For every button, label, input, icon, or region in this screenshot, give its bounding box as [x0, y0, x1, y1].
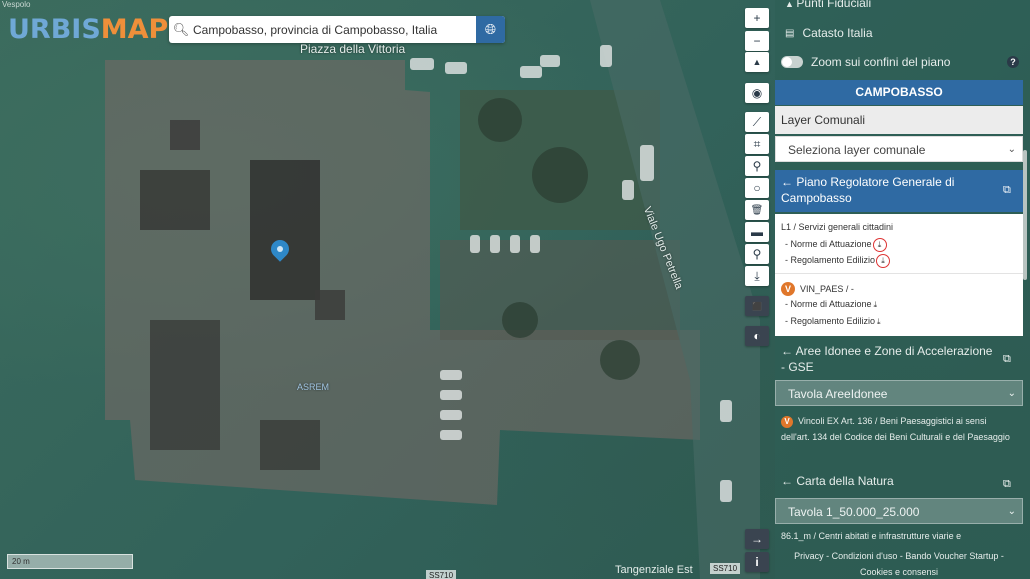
prg-header[interactable]: ← Piano Regolatore Generale di Campobass… [775, 170, 1023, 212]
scale-bar: 20 m [7, 554, 133, 569]
help-icon[interactable]: ? [1007, 56, 1019, 68]
circle-icon[interactable]: ○ [745, 178, 769, 198]
print-icon[interactable]: ▬ [745, 222, 769, 242]
chevron-down-icon: ⌄ [1007, 506, 1016, 517]
external-link-icon[interactable]: ⧉ [1003, 475, 1015, 490]
divider [775, 273, 1023, 274]
road-badge: SS710 [426, 570, 457, 579]
north-icon[interactable]: ▲ [745, 52, 769, 72]
logo-text-map: MAP [100, 14, 169, 45]
l1-regolamento-row[interactable]: - Regolamento Edilizio ⤓ [785, 254, 891, 268]
vincoli-text-row: V Vincoli EX Art. 136 / Beni Paesaggistic… [775, 413, 1023, 461]
footer-links: Privacy - Condizioni d'uso - Bando Vouch… [775, 548, 1023, 578]
vin-regolamento-link[interactable]: - Regolamento Edilizio [785, 316, 875, 326]
vincoli-text: Vincoli EX Art. 136 / Beni Paesaggistici… [781, 416, 1010, 442]
map-label-tangenziale: Tangenziale Est [615, 564, 693, 576]
vin-title: VIN_PAES / - [800, 284, 854, 294]
locate-icon[interactable]: ◉ [745, 83, 769, 103]
side-panel: ▲ Punti Fiduciali ▤ Catasto Italia Zoom … [775, 0, 1030, 579]
vincoli-badge: V [781, 416, 793, 428]
download-icon[interactable]: ⤓ [876, 254, 891, 268]
l1-norme-link[interactable]: - Norme di Attuazione [785, 239, 872, 249]
zoom-confini-toggle[interactable] [781, 56, 803, 68]
l1-title: L1 / Servizi generali cittadini [781, 222, 894, 232]
l1-regolamento-link[interactable]: - Regolamento Edilizio [785, 255, 875, 265]
map-label-piazza: Piazza della Vittoria [300, 42, 406, 56]
chevron-down-icon: ⌄ [1007, 388, 1016, 399]
panel-scrollbar[interactable] [1023, 150, 1027, 280]
logo-text-urbis: URBIS [8, 14, 101, 45]
tavola-aree-value: Tavola AreeIdonee [788, 387, 888, 401]
marker-icon[interactable]: ⚲ [745, 156, 769, 176]
pin-icon[interactable]: ⚲ [745, 244, 769, 264]
layer-select[interactable]: Seleziona layer comunale ⌄ [775, 136, 1023, 162]
prg-title: ← Piano Regolatore Generale di Campobass… [781, 175, 955, 205]
search-input[interactable]: Campobasso, provincia di Campobasso, Ita… [193, 23, 476, 37]
measure-icon[interactable]: ⟋ [745, 112, 769, 132]
vin-badge: V [781, 282, 795, 296]
globe-icon[interactable]: 🌐︎ [476, 16, 505, 43]
crop-icon[interactable]: ⌗ [745, 134, 769, 154]
external-link-icon[interactable]: ⧉ [1003, 182, 1015, 196]
vin-norme-row[interactable]: - Norme di Attuazione ⤓ [785, 299, 877, 310]
punti-fiduciali-label: Punti Fiduciali [796, 0, 872, 10]
triangle-icon: ▲ [785, 0, 797, 9]
zoom-confini-label: Zoom sui confini del piano [811, 55, 951, 69]
external-link-icon[interactable]: ⧉ [1003, 351, 1015, 365]
layer-comunali-label: Layer Comunali [775, 106, 1023, 134]
zoom-out-button[interactable]: − [745, 31, 769, 51]
layers-icon[interactable]: ◐ [745, 326, 769, 346]
carta-natura-title: ← Carta della Natura [781, 474, 894, 488]
punti-fiduciali-item[interactable]: ▲ Punti Fiduciali [775, 0, 1023, 12]
gse-header[interactable]: ← Aree Idonee e Zone di Accelerazione - … [775, 341, 1023, 375]
map-label-building: ASREM [297, 382, 330, 392]
footer-line2[interactable]: Cookies e consensi [775, 564, 1023, 579]
aree-text: 86.1_m / Centri abitati e infrastrutture… [781, 531, 962, 541]
tavola-aree-select[interactable]: Tavola AreeIdonee ⌄ [775, 380, 1023, 406]
vin-regolamento-row[interactable]: - Regolamento Edilizio ⤓ [785, 316, 881, 327]
bookmark-icon[interactable]: ⬛ [745, 296, 769, 316]
info-icon[interactable]: i [745, 552, 769, 572]
carta-natura-header[interactable]: ← Carta della Natura ⧉ [775, 472, 1023, 492]
download-icon[interactable]: ⤓ [872, 238, 887, 252]
road-badge: SS710 [710, 563, 741, 574]
catasto-italia-item[interactable]: ▤ Catasto Italia [775, 24, 1023, 42]
document-icon: ▤ [785, 27, 795, 39]
prg-content: L1 / Servizi generali cittadini - Norme … [775, 214, 1023, 336]
download-icon[interactable]: ⤓ [874, 300, 878, 309]
tavola-natura-value: Tavola 1_50.000_25.000 [788, 505, 920, 519]
vin-norme-link[interactable]: - Norme di Attuazione [785, 299, 872, 309]
download-icon[interactable]: ⤓ [745, 266, 769, 286]
zoom-in-button[interactable]: + [745, 8, 769, 28]
urbismap-logo[interactable]: URBISMAP [8, 14, 168, 45]
vin-title-row: V VIN_PAES / - [781, 282, 854, 296]
l1-norme-row[interactable]: - Norme di Attuazione ⤓ [785, 238, 887, 252]
tavola-natura-select[interactable]: Tavola 1_50.000_25.000 ⌄ [775, 498, 1023, 524]
catasto-italia-label: Catasto Italia [802, 26, 873, 40]
layer-select-value: Seleziona layer comunale [788, 143, 926, 157]
map-corner-label: Vespolo [2, 0, 31, 9]
search-bar[interactable]: 🔍︎ Campobasso, provincia di Campobasso, … [169, 16, 505, 43]
search-icon: 🔍︎ [172, 21, 190, 37]
trash-icon[interactable]: 🗑 [745, 200, 769, 220]
arrow-right-icon[interactable]: → [745, 529, 769, 549]
footer-line1[interactable]: Privacy - Condizioni d'uso - Bando Vouch… [775, 548, 1023, 564]
zoom-confini-toggle-row[interactable]: Zoom sui confini del piano ? [775, 53, 1023, 71]
gse-title: ← Aree Idonee e Zone di Accelerazione - … [781, 344, 993, 374]
chevron-down-icon: ⌄ [1007, 144, 1016, 155]
city-header: CAMPOBASSO [775, 80, 1023, 105]
download-icon[interactable]: ⤓ [877, 317, 881, 326]
